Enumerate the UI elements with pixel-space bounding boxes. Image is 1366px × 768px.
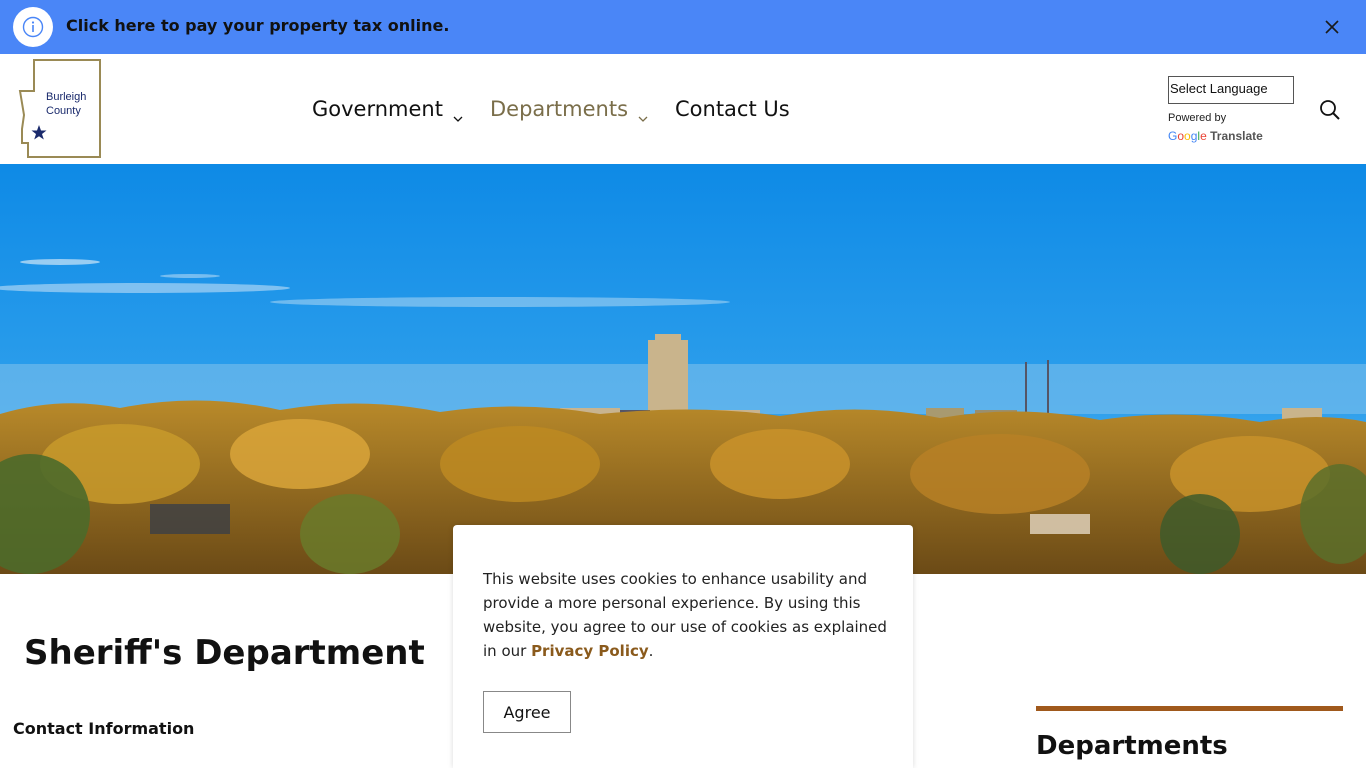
alert-link[interactable]: Click here to pay your property tax onli… — [66, 16, 449, 35]
nav-contact-us-label: Contact Us — [675, 97, 790, 121]
translate-word: Translate — [1210, 129, 1263, 143]
county-logo[interactable]: Burleigh County — [18, 59, 104, 159]
powered-by-label: Powered by — [1168, 112, 1227, 124]
chevron-down-icon — [453, 105, 463, 122]
google-logo: Google — [1168, 129, 1207, 143]
cookie-message: This website uses cookies to enhance usa… — [483, 567, 893, 663]
close-icon[interactable] — [1322, 17, 1342, 37]
nav-government[interactable]: Government — [312, 97, 463, 122]
alert-bar[interactable]: Click here to pay your property tax onli… — [0, 0, 1366, 54]
page-title: Sheriff's Department — [24, 633, 425, 673]
nav-departments-label: Departments — [490, 97, 629, 121]
info-icon — [13, 7, 53, 47]
chevron-down-icon — [638, 105, 648, 122]
nav-government-label: Government — [312, 97, 443, 121]
contact-information-heading: Contact Information — [13, 719, 195, 738]
google-translate-link[interactable]: Google Translate — [1168, 129, 1263, 143]
sidebar-departments-heading: Departments — [1036, 731, 1228, 761]
agree-button[interactable]: Agree — [483, 691, 571, 733]
cookie-consent-dialog: This website uses cookies to enhance usa… — [453, 525, 913, 768]
site-header: Burleigh County Government Departments C… — [0, 54, 1366, 164]
hero-image — [0, 164, 1366, 574]
search-icon[interactable] — [1318, 98, 1342, 122]
nav-departments[interactable]: Departments — [490, 97, 648, 122]
language-select[interactable]: Select Language — [1168, 76, 1294, 104]
privacy-policy-link[interactable]: Privacy Policy — [531, 642, 649, 660]
sidebar-accent-rule — [1036, 706, 1343, 711]
logo-line2: County — [46, 105, 81, 117]
cookie-message-end: . — [648, 642, 654, 660]
logo-line1: Burleigh — [46, 91, 87, 103]
nav-contact-us[interactable]: Contact Us — [675, 97, 790, 121]
